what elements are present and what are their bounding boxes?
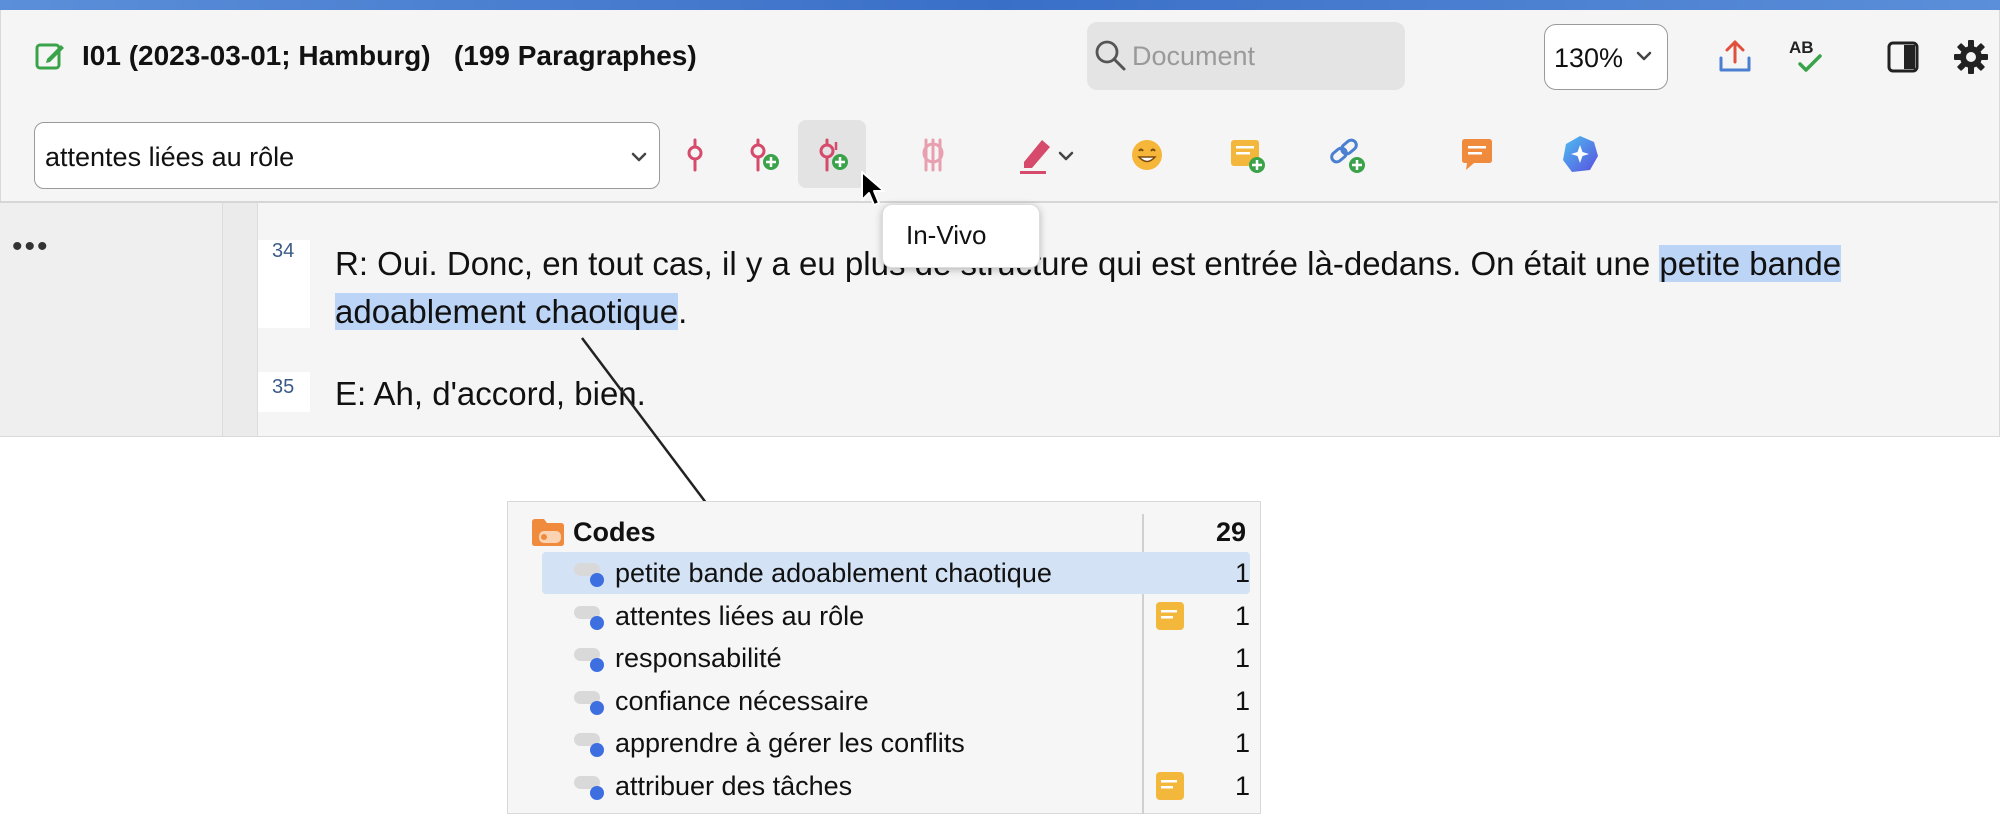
code-count: 1 bbox=[1234, 643, 1250, 673]
coding-gutter bbox=[222, 203, 258, 436]
memo-icon[interactable] bbox=[1155, 771, 1185, 801]
code-label: attentes liées au rôle bbox=[615, 601, 865, 631]
zoom-value: 130% bbox=[1554, 43, 1624, 73]
code-icon bbox=[574, 776, 604, 800]
edit-document-icon[interactable] bbox=[34, 40, 66, 72]
export-icon[interactable] bbox=[1716, 38, 1754, 76]
invivo-code-icon[interactable] bbox=[813, 136, 851, 174]
paragraph-text[interactable]: E: Ah, d'accord, bien. bbox=[335, 370, 646, 418]
window-accent-bar bbox=[0, 0, 2000, 10]
code-label: attribuer des tâches bbox=[615, 771, 853, 801]
comment-icon[interactable] bbox=[1458, 136, 1496, 174]
paragraph-number: 35 bbox=[272, 376, 295, 398]
spellcheck-icon[interactable]: AB bbox=[1786, 36, 1826, 76]
code-label: responsabilité bbox=[615, 643, 782, 673]
document-title: I01 (2023-03-01; Hamburg) (199 Paragraph… bbox=[82, 40, 697, 71]
code-select-value: attentes liées au rôle bbox=[45, 142, 295, 172]
code-count: 1 bbox=[1234, 601, 1250, 631]
code-icon[interactable] bbox=[676, 136, 714, 174]
highlighter-icon[interactable] bbox=[1016, 134, 1058, 176]
code-count: 1 bbox=[1234, 686, 1250, 716]
paragraph-number: 34 bbox=[272, 240, 295, 262]
remove-code-icon[interactable] bbox=[914, 136, 952, 174]
search-input[interactable] bbox=[1132, 38, 1392, 74]
code-count: 1 bbox=[1234, 728, 1250, 758]
codes-total-count: 29 bbox=[1216, 517, 1247, 547]
coded-segment[interactable]: petite bande bbox=[1659, 245, 1842, 282]
sidebar-toggle-icon[interactable] bbox=[1886, 40, 1920, 74]
chevron-down-icon bbox=[631, 152, 647, 162]
more-icon[interactable]: ••• bbox=[12, 230, 50, 264]
chevron-down-icon bbox=[1636, 51, 1652, 61]
code-count: 1 bbox=[1234, 771, 1250, 801]
codes-folder-icon bbox=[532, 519, 564, 546]
code-label: petite bande adoablement chaotique bbox=[615, 558, 1052, 588]
paragraph-text[interactable]: R: Oui. Donc, en tout cas, il y a eu plu… bbox=[335, 240, 1842, 288]
code-count: 1 bbox=[1234, 558, 1250, 588]
link-add-icon[interactable] bbox=[1328, 136, 1368, 176]
svg-text:AB: AB bbox=[1789, 38, 1814, 57]
ai-assist-icon[interactable] bbox=[1560, 134, 1600, 174]
code-with-add-icon[interactable] bbox=[744, 136, 782, 174]
emoticode-icon[interactable] bbox=[1128, 136, 1166, 174]
code-icon bbox=[574, 563, 604, 587]
paragraph-text[interactable]: adoablement chaotique. bbox=[335, 288, 687, 336]
search-icon bbox=[1095, 40, 1126, 71]
code-label: apprendre à gérer les conflits bbox=[615, 728, 965, 758]
coded-segment[interactable]: adoablement chaotique bbox=[335, 293, 679, 330]
memo-icon[interactable] bbox=[1155, 601, 1185, 631]
code-icon bbox=[574, 733, 604, 757]
code-icon bbox=[574, 691, 604, 715]
code-icon bbox=[574, 606, 604, 630]
mouse-cursor-icon bbox=[861, 171, 885, 206]
chevron-down-icon[interactable] bbox=[1056, 146, 1076, 166]
code-icon bbox=[574, 648, 604, 672]
gear-icon[interactable] bbox=[1952, 38, 1990, 76]
tooltip-text: In-Vivo bbox=[906, 220, 987, 250]
memo-add-icon[interactable] bbox=[1228, 136, 1268, 176]
codes-header[interactable]: Codes bbox=[573, 517, 656, 548]
code-label: confiance nécessaire bbox=[615, 686, 869, 716]
